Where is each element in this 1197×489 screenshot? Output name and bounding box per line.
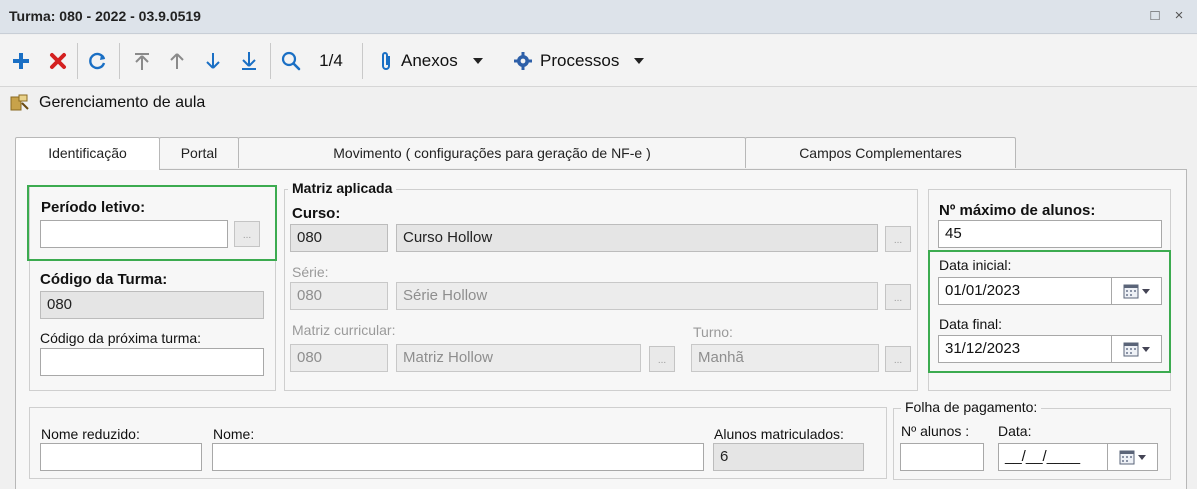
last-record-icon[interactable] bbox=[238, 48, 260, 74]
toolbar-separator bbox=[362, 43, 363, 79]
chevron-down-icon bbox=[1138, 454, 1146, 460]
codigo-turma-input[interactable]: 080 bbox=[40, 291, 264, 319]
breadcrumb-label: Gerenciamento de aula bbox=[39, 94, 206, 111]
processes-label: Processos bbox=[540, 51, 620, 70]
tab-portal[interactable]: Portal bbox=[159, 137, 239, 168]
periodo-lookup-button[interactable]: ... bbox=[234, 221, 260, 247]
refresh-icon[interactable] bbox=[87, 48, 109, 74]
alunos-matriculados-input[interactable]: 6 bbox=[713, 443, 864, 471]
toolbar-separator bbox=[119, 43, 120, 79]
calendar-icon bbox=[1123, 284, 1139, 298]
window-title-bar: Turma: 080 - 2022 - 03.9.0519 □ × bbox=[0, 0, 1197, 34]
folha-data-label: Data: bbox=[998, 423, 1032, 439]
plus-icon[interactable] bbox=[10, 48, 32, 74]
proxima-turma-label: Código da próxima turma: bbox=[40, 330, 202, 346]
next-record-icon[interactable] bbox=[202, 48, 224, 74]
gear-icon bbox=[514, 52, 532, 70]
toolbar-separator bbox=[77, 43, 78, 79]
periodo-input[interactable] bbox=[40, 220, 228, 248]
previous-record-icon[interactable] bbox=[166, 48, 188, 74]
proxima-turma-input[interactable] bbox=[40, 348, 264, 376]
matriz-aplicada-legend: Matriz aplicada bbox=[288, 180, 397, 196]
first-record-icon[interactable] bbox=[131, 48, 153, 74]
data-final-value: 31/12/2023 bbox=[945, 340, 1021, 357]
alunos-matriculados-label: Alunos matriculados: bbox=[714, 426, 844, 442]
curso-label: Curso: bbox=[292, 205, 341, 222]
folha-n-alunos-label: Nº alunos : bbox=[901, 423, 970, 439]
data-inicial-label: Data inicial: bbox=[939, 257, 1012, 273]
folha-data-value: __/__/____ bbox=[1005, 448, 1081, 465]
chevron-down-icon bbox=[1142, 288, 1150, 294]
paperclip-icon bbox=[382, 52, 390, 70]
data-inicial-input[interactable]: 01/01/2023 bbox=[938, 277, 1162, 305]
class-management-icon bbox=[10, 94, 29, 111]
serie-label: Série: bbox=[292, 264, 329, 280]
serie-lookup-button[interactable]: ... bbox=[885, 284, 911, 310]
nome-reduzido-input[interactable] bbox=[40, 443, 202, 471]
processes-menu[interactable]: Processos bbox=[513, 48, 663, 74]
curso-lookup-button[interactable]: ... bbox=[885, 226, 911, 252]
matriz-code-input[interactable]: 080 bbox=[290, 344, 388, 372]
attachments-label: Anexos bbox=[401, 51, 458, 70]
tab-campos-complementares[interactable]: Campos Complementares bbox=[745, 137, 1016, 168]
tab-identificacao[interactable]: Identificação bbox=[15, 137, 160, 170]
maximize-button[interactable]: □ bbox=[1146, 6, 1164, 26]
nome-label: Nome: bbox=[213, 426, 255, 442]
codigo-turma-label: Código da Turma: bbox=[40, 271, 168, 288]
turno-lookup-button[interactable]: ... bbox=[885, 346, 911, 372]
turno-label: Turno: bbox=[693, 324, 733, 340]
toolbar-separator bbox=[270, 43, 271, 79]
breadcrumb: Gerenciamento de aula bbox=[10, 92, 205, 114]
matriz-lookup-button[interactable]: ... bbox=[649, 346, 675, 372]
calendar-icon bbox=[1123, 342, 1139, 356]
serie-name-input[interactable]: Série Hollow bbox=[396, 282, 878, 310]
folha-data-calendar-button[interactable] bbox=[1107, 444, 1157, 470]
data-inicial-value: 01/01/2023 bbox=[945, 282, 1021, 299]
data-final-input[interactable]: 31/12/2023 bbox=[938, 335, 1162, 363]
folha-data-input[interactable]: __/__/____ bbox=[998, 443, 1158, 471]
matriz-curricular-label: Matriz curricular: bbox=[292, 322, 396, 338]
chevron-down-icon bbox=[472, 58, 483, 64]
periodo-label: Período letivo: bbox=[41, 199, 146, 216]
curso-name-input[interactable]: Curso Hollow bbox=[396, 224, 878, 252]
data-final-label: Data final: bbox=[939, 316, 1003, 332]
serie-code-input[interactable]: 080 bbox=[290, 282, 388, 310]
tab-panel-identificacao: Período letivo: ... Código da Turma: 080… bbox=[15, 169, 1187, 489]
max-alunos-label: Nº máximo de alunos: bbox=[939, 202, 1096, 219]
turno-input[interactable]: Manhã bbox=[691, 344, 879, 372]
chevron-down-icon bbox=[1142, 346, 1150, 352]
nome-input[interactable] bbox=[212, 443, 704, 471]
close-button[interactable]: × bbox=[1170, 6, 1188, 26]
window-title: Turma: 080 - 2022 - 03.9.0519 bbox=[9, 8, 201, 24]
max-alunos-input[interactable]: 45 bbox=[938, 220, 1162, 248]
matriz-name-input[interactable]: Matriz Hollow bbox=[396, 344, 641, 372]
nome-reduzido-label: Nome reduzido: bbox=[41, 426, 140, 442]
data-final-calendar-button[interactable] bbox=[1111, 336, 1161, 362]
attachments-menu[interactable]: Anexos bbox=[378, 48, 498, 74]
delete-x-icon[interactable] bbox=[47, 48, 69, 74]
folha-n-alunos-input[interactable] bbox=[900, 443, 984, 471]
curso-code-input[interactable]: 080 bbox=[290, 224, 388, 252]
chevron-down-icon bbox=[634, 58, 645, 64]
tab-movimento[interactable]: Movimento ( configurações para geração d… bbox=[238, 137, 746, 168]
data-inicial-calendar-button[interactable] bbox=[1111, 278, 1161, 304]
record-counter: 1/4 bbox=[319, 51, 343, 70]
folha-pagamento-legend: Folha de pagamento: bbox=[901, 399, 1042, 415]
toolbar: 1/4 Anexos Processos bbox=[0, 35, 1197, 87]
calendar-icon bbox=[1119, 450, 1135, 464]
search-icon[interactable] bbox=[280, 48, 302, 74]
